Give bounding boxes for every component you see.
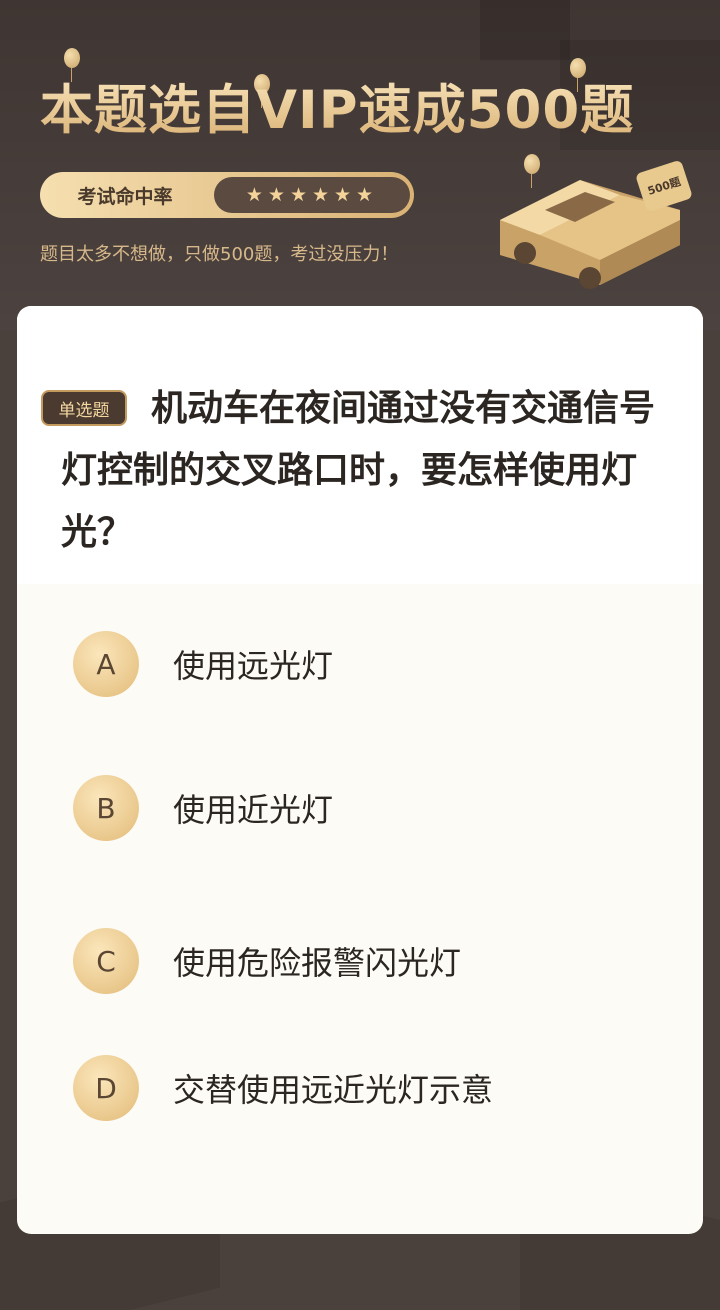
option-letter: B xyxy=(73,775,139,841)
option-b[interactable]: B 使用近光灯 xyxy=(17,768,703,848)
option-letter: A xyxy=(73,631,139,697)
promo-tagline: 题目太多不想做，只做500题，考过没压力！ xyxy=(40,244,399,265)
option-c[interactable]: C 使用危险报警闪光灯 xyxy=(17,921,703,1001)
option-text: 使用危险报警闪光灯 xyxy=(173,944,462,982)
question-text: 机动车在夜间通过没有交通信号灯控制的交叉路口时，要怎样使用灯光？ xyxy=(61,388,656,553)
option-letter: D xyxy=(73,1055,139,1121)
option-letter: C xyxy=(73,928,139,994)
background-block xyxy=(480,0,570,60)
option-text: 使用远光灯 xyxy=(173,647,334,685)
question-area: 单选题 机动车在夜间通过没有交通信号灯控制的交叉路口时，要怎样使用灯光？ xyxy=(17,306,703,584)
option-d[interactable]: D 交替使用远近光灯示意 xyxy=(17,1048,703,1128)
promo-title: 本题选自VIP速成500题 xyxy=(40,68,634,144)
option-a[interactable]: A 使用远光灯 xyxy=(17,624,703,704)
option-text: 交替使用远近光灯示意 xyxy=(173,1071,494,1109)
balloon-icon xyxy=(64,48,80,82)
hit-rate-bar: 考试命中率 ★★★★★★ xyxy=(40,172,414,218)
star-rating: ★★★★★★ xyxy=(214,177,410,213)
option-text: 使用近光灯 xyxy=(173,791,334,829)
question-card: 单选题 机动车在夜间通过没有交通信号灯控制的交叉路口时，要怎样使用灯光？ A 使… xyxy=(17,306,703,1234)
hit-rate-label: 考试命中率 xyxy=(77,185,173,208)
